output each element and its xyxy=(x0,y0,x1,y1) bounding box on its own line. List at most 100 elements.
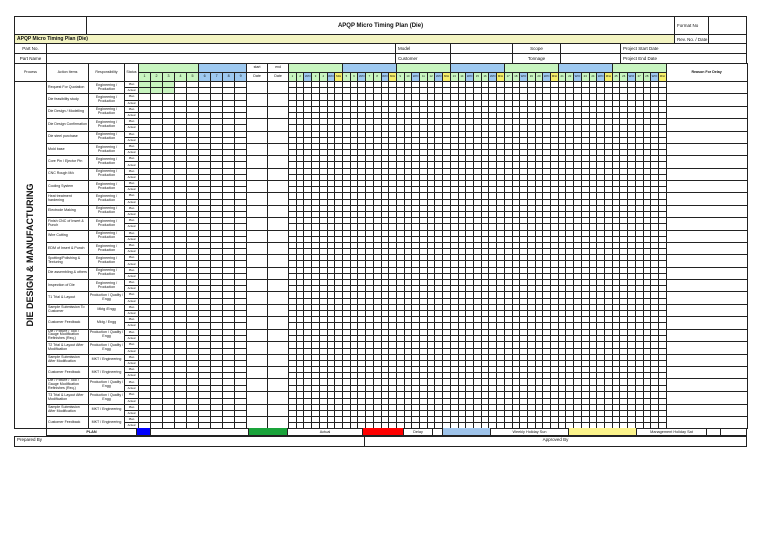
start-date-cell[interactable] xyxy=(246,266,269,281)
reason-cell[interactable] xyxy=(665,93,748,107)
reason-cell[interactable] xyxy=(665,254,748,268)
reason-cell[interactable] xyxy=(665,155,748,169)
start-date-cell[interactable] xyxy=(246,254,269,268)
end-date-cell[interactable] xyxy=(267,105,290,120)
action-item: Sample Submission After Modification xyxy=(46,403,89,418)
end-date-cell[interactable] xyxy=(267,118,290,132)
legend-actual-swatch xyxy=(249,428,288,435)
end-date-cell[interactable] xyxy=(267,278,290,293)
col-action: Action Items xyxy=(46,63,89,82)
start-date-cell[interactable] xyxy=(246,105,269,120)
start-date-cell[interactable] xyxy=(246,80,269,95)
end-date-cell[interactable] xyxy=(267,167,290,182)
reason-cell[interactable] xyxy=(665,80,748,95)
start-date-cell[interactable] xyxy=(246,192,269,206)
end-date-cell[interactable] xyxy=(267,155,290,169)
start-date-cell[interactable] xyxy=(246,217,269,231)
reason-cell[interactable] xyxy=(665,316,748,330)
reason-cell[interactable] xyxy=(665,403,748,418)
end-date-cell[interactable] xyxy=(267,130,290,144)
start-date-cell[interactable] xyxy=(246,378,269,393)
start-date-cell[interactable] xyxy=(246,167,269,182)
start-date-cell[interactable] xyxy=(246,341,269,355)
start-date-cell[interactable] xyxy=(246,291,269,305)
week-band xyxy=(395,63,451,73)
reason-cell[interactable] xyxy=(665,378,748,393)
end-date-cell[interactable] xyxy=(267,328,290,343)
reason-cell[interactable] xyxy=(665,105,748,120)
action-item: Electrode Making xyxy=(46,204,89,219)
start-date-cell[interactable] xyxy=(246,93,269,107)
reason-cell[interactable] xyxy=(665,291,748,305)
action-item: Spotting/Polishing & Texturing xyxy=(46,254,89,268)
start-date-cell[interactable] xyxy=(246,155,269,169)
reason-cell[interactable] xyxy=(665,204,748,219)
responsibility: Engineering / Production xyxy=(88,217,125,231)
start-date-cell[interactable] xyxy=(246,303,269,318)
end-date-cell[interactable] xyxy=(267,341,290,355)
end-date-cell[interactable] xyxy=(267,204,290,219)
action-item: T1 Trial & Layout xyxy=(46,291,89,305)
start-date-cell[interactable] xyxy=(246,366,269,380)
start-date-cell[interactable] xyxy=(246,391,269,405)
reason-cell[interactable] xyxy=(665,241,748,256)
day-number: 10 xyxy=(403,72,413,82)
reason-cell[interactable] xyxy=(665,217,748,231)
end-date-cell[interactable] xyxy=(267,391,290,405)
end-date-cell[interactable] xyxy=(267,403,290,418)
start-date-cell[interactable] xyxy=(246,204,269,219)
reason-cell[interactable] xyxy=(665,328,748,343)
start-date-cell[interactable] xyxy=(246,130,269,144)
end-date-cell[interactable] xyxy=(267,142,290,157)
end-date-cell[interactable] xyxy=(267,80,290,95)
week-number: 9 xyxy=(234,72,248,82)
end-date-cell[interactable] xyxy=(267,353,290,368)
start-date-cell[interactable] xyxy=(246,328,269,343)
reason-cell[interactable] xyxy=(665,341,748,355)
reason-cell[interactable] xyxy=(665,167,748,182)
reason-cell[interactable] xyxy=(665,266,748,281)
day-number: 11 xyxy=(419,72,428,82)
start-date-cell[interactable] xyxy=(246,241,269,256)
end-date-cell[interactable] xyxy=(267,266,290,281)
end-date-cell[interactable] xyxy=(267,192,290,206)
end-date-cell[interactable] xyxy=(267,291,290,305)
end-date-cell[interactable] xyxy=(267,93,290,107)
reason-cell[interactable] xyxy=(665,229,748,243)
reason-cell[interactable] xyxy=(665,391,748,405)
start-date-cell[interactable] xyxy=(246,278,269,293)
end-date-cell[interactable] xyxy=(267,241,290,256)
reason-cell[interactable] xyxy=(665,179,748,194)
reason-cell[interactable] xyxy=(665,118,748,132)
reason-cell[interactable] xyxy=(665,353,748,368)
reason-cell[interactable] xyxy=(665,366,748,380)
end-date-cell[interactable] xyxy=(267,378,290,393)
start-date-cell[interactable] xyxy=(246,118,269,132)
start-date-cell[interactable] xyxy=(246,316,269,330)
start-date-cell[interactable] xyxy=(246,229,269,243)
end-date-cell[interactable] xyxy=(267,217,290,231)
reason-cell[interactable] xyxy=(665,278,748,293)
action-item: Customer Feedback xyxy=(46,316,89,330)
format-no-value[interactable] xyxy=(708,16,747,35)
day-number: W/O xyxy=(573,72,582,82)
responsibility: Engineering / Production xyxy=(88,142,125,157)
reason-cell[interactable] xyxy=(665,142,748,157)
reason-cell[interactable] xyxy=(665,303,748,318)
start-date-cell[interactable] xyxy=(246,179,269,194)
end-date-cell[interactable] xyxy=(267,303,290,318)
start-date-cell[interactable] xyxy=(246,403,269,418)
day-number: 8 xyxy=(372,72,382,82)
start-date-cell[interactable] xyxy=(246,142,269,157)
end-date-cell[interactable] xyxy=(267,366,290,380)
reason-cell[interactable] xyxy=(665,192,748,206)
day-number: 3 xyxy=(311,72,320,82)
reason-cell[interactable] xyxy=(665,130,748,144)
start-date-cell[interactable] xyxy=(246,353,269,368)
end-date-cell[interactable] xyxy=(267,179,290,194)
responsibility: Engineering / Production xyxy=(88,241,125,256)
day-number: 28 xyxy=(642,72,652,82)
end-date-cell[interactable] xyxy=(267,316,290,330)
end-date-cell[interactable] xyxy=(267,229,290,243)
end-date-cell[interactable] xyxy=(267,254,290,268)
